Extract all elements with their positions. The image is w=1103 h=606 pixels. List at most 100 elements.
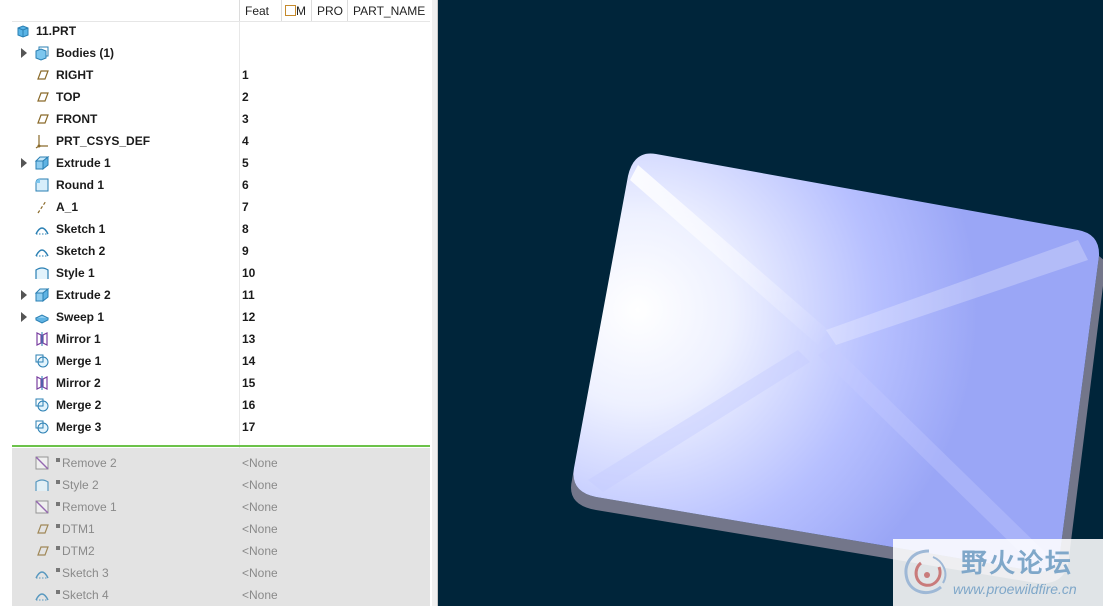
insert-here-marker[interactable] bbox=[12, 445, 430, 447]
feature-label: DTM1 bbox=[62, 522, 95, 536]
tree-row-suppressed[interactable]: Sketch 4 <None> bbox=[0, 584, 430, 606]
tree-row-feature[interactable]: Mirror 2 15 bbox=[0, 372, 430, 394]
tree-row-feature[interactable]: Sweep 1 12 bbox=[0, 306, 430, 328]
merge-icon bbox=[34, 397, 50, 413]
column-header-part-name[interactable]: PART_NAME bbox=[347, 0, 432, 21]
column-header-pro[interactable]: PRO bbox=[311, 0, 347, 21]
feature-number: 8 bbox=[242, 222, 249, 236]
round-icon bbox=[34, 177, 50, 193]
sketch-icon bbox=[34, 243, 50, 259]
datum-axis-icon bbox=[34, 199, 50, 215]
suppressed-marker-icon bbox=[56, 524, 60, 528]
tree-row-feature[interactable]: Extrude 1 5 bbox=[0, 152, 430, 174]
tree-row-suppressed[interactable]: Remove 1 <None> bbox=[0, 496, 430, 518]
feature-label: Sketch 1 bbox=[56, 222, 106, 236]
expand-arrow-icon[interactable] bbox=[21, 158, 27, 168]
tree-row-feature[interactable]: Sketch 1 8 bbox=[0, 218, 430, 240]
tree-row-feature[interactable]: RIGHT 1 bbox=[0, 64, 430, 86]
feature-label: Merge 3 bbox=[56, 420, 102, 434]
tree-row-suppressed[interactable]: DTM1 <None> bbox=[0, 518, 430, 540]
graphics-viewport[interactable] bbox=[438, 0, 1103, 606]
tree-row-feature[interactable]: Style 1 10 bbox=[0, 262, 430, 284]
tree-row-suppressed[interactable]: Remove 2 <None> bbox=[0, 452, 430, 474]
feature-label: PRT_CSYS_DEF bbox=[56, 134, 151, 148]
feature-label: RIGHT bbox=[56, 68, 94, 82]
tree-row-feature[interactable]: Sketch 2 9 bbox=[0, 240, 430, 262]
expand-arrow-icon[interactable] bbox=[21, 290, 27, 300]
suppressed-marker-icon bbox=[56, 480, 60, 484]
tree-row-feature[interactable]: Merge 3 17 bbox=[0, 416, 430, 438]
tree-row-suppressed[interactable]: Style 2 <None> bbox=[0, 474, 430, 496]
suppressed-marker-icon bbox=[56, 546, 60, 550]
extrude-icon bbox=[34, 287, 50, 303]
merge-icon bbox=[34, 419, 50, 435]
feature-label: Remove 1 bbox=[62, 500, 117, 514]
feature-number: 9 bbox=[242, 244, 249, 258]
sketch-icon bbox=[34, 565, 50, 581]
feature-label: Merge 2 bbox=[56, 398, 102, 412]
csys-icon bbox=[34, 133, 50, 149]
tree-row-suppressed[interactable]: DTM2 <None> bbox=[0, 540, 430, 562]
feature-number: 17 bbox=[242, 420, 256, 434]
feature-number: 13 bbox=[242, 332, 256, 346]
datum-plane-icon bbox=[34, 111, 50, 127]
feature-label: Mirror 2 bbox=[56, 376, 101, 390]
feature-label: Sketch 3 bbox=[62, 566, 109, 580]
feature-label: DTM2 bbox=[62, 544, 95, 558]
expand-arrow-icon[interactable] bbox=[21, 48, 27, 58]
feature-number: 12 bbox=[242, 310, 256, 324]
feature-label: Sketch 4 bbox=[62, 588, 109, 602]
column-header-feat[interactable]: Feat bbox=[239, 0, 281, 21]
tree-row-feature[interactable]: Extrude 2 11 bbox=[0, 284, 430, 306]
feature-number: 16 bbox=[242, 398, 256, 412]
feature-label: Extrude 1 bbox=[56, 156, 111, 170]
tree-row-feature[interactable]: Bodies (1) bbox=[0, 42, 430, 64]
feature-number: 3 bbox=[242, 112, 249, 126]
watermark-title: 野火论坛 bbox=[961, 549, 1074, 579]
feature-label: Sweep 1 bbox=[56, 310, 105, 324]
column-header-m-label: M bbox=[296, 4, 306, 18]
suppressed-marker-icon bbox=[56, 502, 60, 506]
tree-row-suppressed[interactable]: Sketch 3 <None> bbox=[0, 562, 430, 584]
model-tree-header: Feat M PRO PART_NAME bbox=[0, 0, 432, 22]
tree-row-feature[interactable]: Merge 1 14 bbox=[0, 350, 430, 372]
tree-row-feature[interactable]: A_1 7 bbox=[0, 196, 430, 218]
sketch-icon bbox=[34, 221, 50, 237]
datum-plane-icon bbox=[34, 543, 50, 559]
extrude-icon bbox=[34, 155, 50, 171]
part-icon bbox=[15, 23, 31, 39]
column-header-feat-label: Feat bbox=[245, 4, 270, 18]
feature-label: A_1 bbox=[56, 200, 79, 214]
datum-plane-icon bbox=[34, 67, 50, 83]
watermark-logo-icon bbox=[904, 549, 947, 595]
feature-number: 11 bbox=[242, 288, 255, 302]
feature-number: 6 bbox=[242, 178, 249, 192]
feature-label: Merge 1 bbox=[56, 354, 102, 368]
tree-row-feature[interactable]: FRONT 3 bbox=[0, 108, 430, 130]
tree-row-feature[interactable]: PRT_CSYS_DEF 4 bbox=[0, 130, 430, 152]
style-icon bbox=[34, 477, 50, 493]
feature-label: Remove 2 bbox=[62, 456, 117, 470]
sweep-icon bbox=[34, 309, 50, 325]
suppressed-marker-icon bbox=[56, 458, 60, 462]
column-header-part-name-label: PART_NAME bbox=[353, 4, 426, 18]
feature-number: <None> bbox=[242, 544, 277, 558]
suppressed-marker-icon bbox=[56, 568, 60, 572]
tree-row-feature[interactable]: Merge 2 16 bbox=[0, 394, 430, 416]
expand-arrow-icon[interactable] bbox=[21, 312, 27, 322]
tree-row-feature[interactable]: Round 1 6 bbox=[0, 174, 430, 196]
model-render bbox=[571, 153, 1103, 584]
feature-number: <None> bbox=[242, 566, 277, 580]
feature-number: 1 bbox=[242, 68, 249, 82]
remove-icon bbox=[34, 499, 50, 515]
tree-root-part[interactable]: 11.PRT bbox=[0, 20, 430, 42]
column-header-m[interactable]: M bbox=[281, 0, 311, 21]
mirror-icon bbox=[34, 375, 50, 391]
tree-row-feature[interactable]: Mirror 1 13 bbox=[0, 328, 430, 350]
merge-icon bbox=[34, 353, 50, 369]
feature-number: <None> bbox=[242, 588, 277, 602]
feature-number: 2 bbox=[242, 90, 249, 104]
feature-number: 10 bbox=[242, 266, 256, 280]
watermark-url: www.proewildfire.cn bbox=[953, 581, 1077, 597]
tree-row-feature[interactable]: TOP 2 bbox=[0, 86, 430, 108]
